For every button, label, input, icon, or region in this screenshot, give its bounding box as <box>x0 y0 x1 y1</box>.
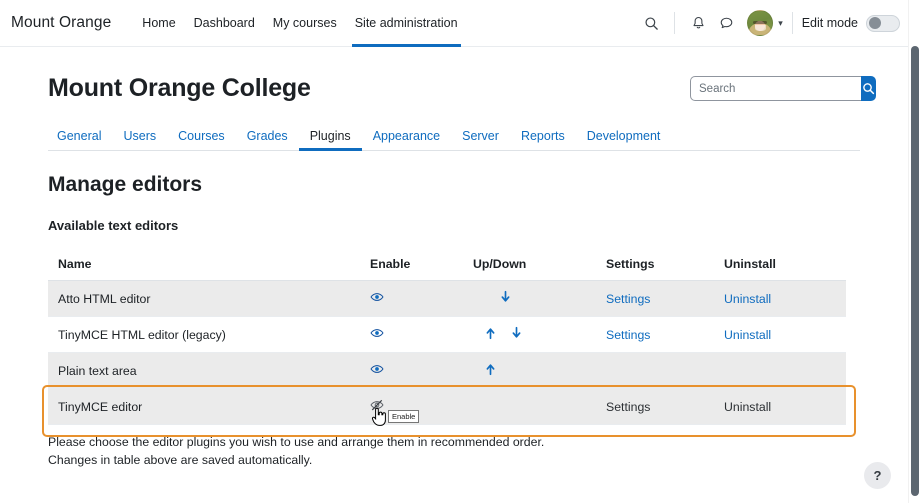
search-icon[interactable] <box>637 9 665 37</box>
footer-note-line-2: Changes in table above are saved automat… <box>48 452 860 469</box>
move-up-icon[interactable] <box>484 326 497 340</box>
table-row: TinyMCE HTML editor (legacy) <box>48 317 846 353</box>
column-header-uninstall: Uninstall <box>724 251 846 281</box>
content-container: Mount Orange College General Users Cours… <box>0 74 908 469</box>
nav-item-my-courses[interactable]: My courses <box>264 0 346 47</box>
nav-item-dashboard[interactable]: Dashboard <box>185 0 264 47</box>
column-header-settings: Settings <box>606 251 724 281</box>
editor-name: Plain text area <box>48 353 370 389</box>
section-heading: Available text editors <box>48 218 860 233</box>
tab-plugins[interactable]: Plugins <box>299 129 362 150</box>
tab-users[interactable]: Users <box>112 129 167 150</box>
search-submit-button[interactable] <box>861 76 876 101</box>
table-row: Plain text area <box>48 353 846 389</box>
site-brand[interactable]: Mount Orange <box>11 14 111 32</box>
edit-mode-label: Edit mode <box>802 16 858 30</box>
eye-icon[interactable] <box>370 326 384 340</box>
tab-reports[interactable]: Reports <box>510 129 576 150</box>
site-search <box>690 76 860 101</box>
uninstall-link[interactable]: Uninstall <box>724 292 771 306</box>
chat-icon[interactable] <box>712 9 740 37</box>
eye-icon[interactable] <box>370 290 384 304</box>
search-input[interactable] <box>690 76 861 101</box>
tab-server[interactable]: Server <box>451 129 510 150</box>
nav-item-site-administration[interactable]: Site administration <box>346 0 467 47</box>
page-scrollbar-thumb[interactable] <box>911 46 919 496</box>
mouse-cursor-pointer <box>371 406 388 427</box>
move-up-icon[interactable] <box>484 362 497 376</box>
column-header-updown: Up/Down <box>473 251 606 281</box>
move-down-icon[interactable] <box>510 326 523 340</box>
enable-tooltip: Enable <box>388 410 419 423</box>
tab-general[interactable]: General <box>48 129 112 150</box>
top-navbar: Mount Orange Home Dashboard My courses S… <box>0 0 908 47</box>
primary-nav: Home Dashboard My courses Site administr… <box>133 0 466 47</box>
admin-tabs: General Users Courses Grades Plugins App… <box>48 125 860 151</box>
uninstall-link[interactable]: Uninstall <box>724 400 771 414</box>
table-row: Atto HTML editor Settings <box>48 281 846 317</box>
navbar-divider-2 <box>792 12 793 34</box>
bell-icon[interactable] <box>684 9 712 37</box>
settings-link[interactable]: Settings <box>606 400 650 414</box>
editor-name: Atto HTML editor <box>48 281 370 317</box>
uninstall-link[interactable]: Uninstall <box>724 328 771 342</box>
eye-icon[interactable] <box>370 362 384 376</box>
help-button[interactable]: ? <box>864 462 891 489</box>
editors-table-wrapper: Name Enable Up/Down Settings Uninstall A… <box>48 251 860 425</box>
table-header-row: Name Enable Up/Down Settings Uninstall <box>48 251 846 281</box>
editor-name: TinyMCE editor <box>48 389 370 425</box>
tab-grades[interactable]: Grades <box>236 129 299 150</box>
navbar-divider <box>674 12 675 34</box>
footer-note-line-1: Please choose the editor plugins you wis… <box>48 434 860 451</box>
tab-development[interactable]: Development <box>576 129 672 150</box>
page-scrollbar-track[interactable] <box>908 0 922 503</box>
navbar-right-cluster: ▾ Edit mode <box>637 0 908 47</box>
table-head: Name Enable Up/Down Settings Uninstall <box>48 251 846 281</box>
settings-link[interactable]: Settings <box>606 328 650 342</box>
table-row: TinyMCE editor Settings Uninstall <box>48 389 846 425</box>
column-header-enable: Enable <box>370 251 473 281</box>
editors-table: Name Enable Up/Down Settings Uninstall A… <box>48 251 846 425</box>
settings-link[interactable]: Settings <box>606 292 650 306</box>
tab-courses[interactable]: Courses <box>167 129 236 150</box>
column-header-name: Name <box>48 251 370 281</box>
edit-mode-toggle[interactable] <box>866 15 900 32</box>
user-avatar[interactable] <box>747 10 773 36</box>
table-body: Atto HTML editor Settings <box>48 281 846 425</box>
page-title: Manage editors <box>48 173 860 197</box>
toggle-knob <box>869 17 881 29</box>
page-content: Mount Orange College General Users Cours… <box>0 47 908 503</box>
move-down-icon[interactable] <box>499 290 512 304</box>
tab-appearance[interactable]: Appearance <box>362 129 451 150</box>
editor-name: TinyMCE HTML editor (legacy) <box>48 317 370 353</box>
nav-item-home[interactable]: Home <box>133 0 184 47</box>
chevron-down-icon[interactable]: ▾ <box>778 18 783 29</box>
